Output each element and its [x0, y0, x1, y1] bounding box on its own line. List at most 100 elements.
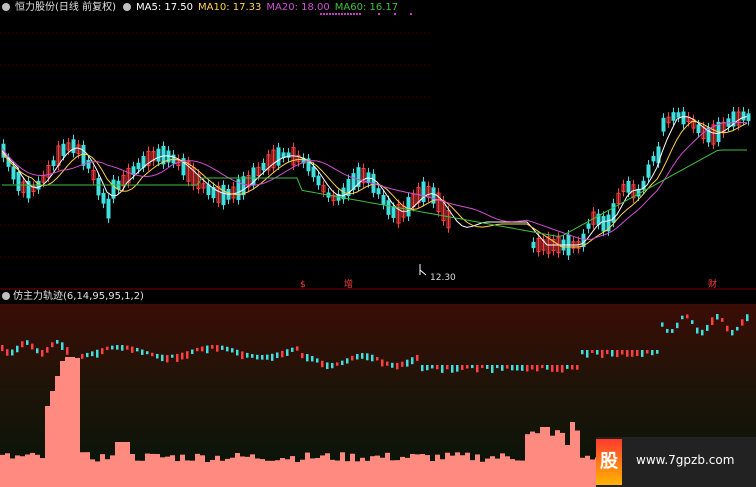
indicator-candle	[556, 365, 559, 372]
indicator-candle	[291, 347, 294, 352]
indicator-bar	[390, 460, 395, 487]
indicator-bar	[145, 453, 150, 487]
indicator-candle	[1, 345, 4, 352]
top-marker	[329, 13, 331, 15]
watermark: 股 www.7gpzb.com	[596, 437, 756, 487]
indicator-settings-icon[interactable]	[2, 292, 10, 300]
indicator-candle	[686, 314, 689, 319]
candle	[646, 164, 651, 178]
indicator-candle	[191, 349, 194, 355]
indicator-candle	[471, 365, 474, 369]
indicator-candle	[406, 359, 409, 367]
indicator-candle	[386, 361, 389, 366]
indicator-candle	[546, 365, 549, 370]
indicator-bar	[65, 357, 70, 487]
indicator-candle	[131, 346, 134, 353]
indicator-candle	[276, 352, 279, 359]
indicator-candle	[581, 350, 584, 355]
indicator-candle	[501, 365, 504, 371]
indicator-bar	[525, 434, 530, 487]
indicator-candle	[576, 365, 579, 370]
indicator-bar	[10, 458, 15, 487]
indicator-candle	[441, 365, 444, 373]
indicator-candle	[416, 354, 419, 361]
candle	[81, 145, 86, 166]
indicator-bar	[270, 460, 275, 487]
indicator-bar	[500, 453, 505, 487]
indicator-candle	[161, 354, 164, 362]
indicator-candle	[466, 365, 469, 369]
indicator-candle	[91, 351, 94, 357]
indicator-bar	[0, 454, 5, 487]
indicator-bar	[375, 455, 380, 487]
indicator-bar	[55, 376, 60, 487]
top-marker	[359, 13, 361, 15]
indicator-candle	[691, 320, 694, 324]
indicator-candle	[356, 353, 359, 360]
indicator-bar	[280, 458, 285, 487]
chart-canvas[interactable]: 12.30 $ 增 财	[0, 0, 756, 487]
indicator-bar	[315, 457, 320, 487]
candle	[141, 156, 146, 168]
top-marker	[410, 13, 412, 15]
top-marker	[353, 13, 355, 15]
indicator-candle	[206, 345, 209, 354]
indicator-bar	[460, 455, 465, 487]
indicator-candle	[186, 351, 189, 359]
indicator-candle	[336, 362, 339, 366]
indicator-bar	[240, 456, 245, 487]
indicator-candle	[171, 354, 174, 358]
indicator-bar	[535, 433, 540, 487]
indicator-candle	[706, 324, 709, 331]
indicator-bar	[455, 452, 460, 487]
indicator-bar	[225, 458, 230, 487]
indicator-candle	[146, 351, 149, 355]
indicator-bar	[100, 454, 105, 487]
top-marker	[394, 13, 396, 15]
indicator-candle	[31, 343, 34, 350]
indicator-candle	[596, 350, 599, 355]
indicator-candle	[631, 350, 634, 357]
stock-chart-window: 恒力股份(日线 前复权) MA5: 17.50 MA10: 17.33 MA20: 1…	[0, 0, 756, 487]
indicator-candle	[201, 346, 204, 352]
candle	[316, 175, 321, 186]
indicator-candle	[536, 365, 539, 372]
event-marker: 财	[708, 278, 717, 290]
indicator-candle	[641, 350, 644, 357]
indicator-bar	[20, 456, 25, 487]
event-marker: 增	[344, 278, 353, 290]
indicator-bar	[165, 456, 170, 487]
indicator-bar	[35, 454, 40, 487]
indicator-candle	[391, 362, 394, 368]
indicator-bar	[465, 452, 470, 487]
indicator-candle	[671, 329, 674, 333]
indicator-candle	[526, 365, 529, 372]
indicator-candle	[196, 347, 199, 352]
indicator-bar	[330, 459, 335, 487]
indicator-bar	[325, 453, 330, 487]
indicator-candle	[561, 365, 564, 373]
indicator-candle	[591, 350, 594, 354]
indicator-candle	[401, 361, 404, 367]
indicator-bar	[565, 445, 570, 487]
indicator-bar	[575, 430, 580, 487]
candle	[136, 162, 141, 170]
indicator-bar	[185, 460, 190, 487]
indicator-bar	[310, 458, 315, 487]
top-marker	[326, 13, 328, 15]
indicator-candle	[516, 365, 519, 371]
candle	[106, 198, 111, 219]
indicator-bar	[190, 460, 195, 487]
indicator-bar	[400, 456, 405, 487]
indicator-candle	[126, 345, 129, 350]
indicator-candle	[621, 350, 624, 355]
candle	[586, 223, 591, 229]
indicator-candle	[606, 350, 609, 355]
indicator-candle	[331, 362, 334, 369]
indicator-bar	[520, 460, 525, 487]
indicator-candle	[746, 314, 749, 322]
indicator-bar	[585, 455, 590, 487]
candle	[381, 195, 386, 205]
indicator-bar	[510, 459, 515, 487]
indicator-candle	[261, 354, 264, 360]
